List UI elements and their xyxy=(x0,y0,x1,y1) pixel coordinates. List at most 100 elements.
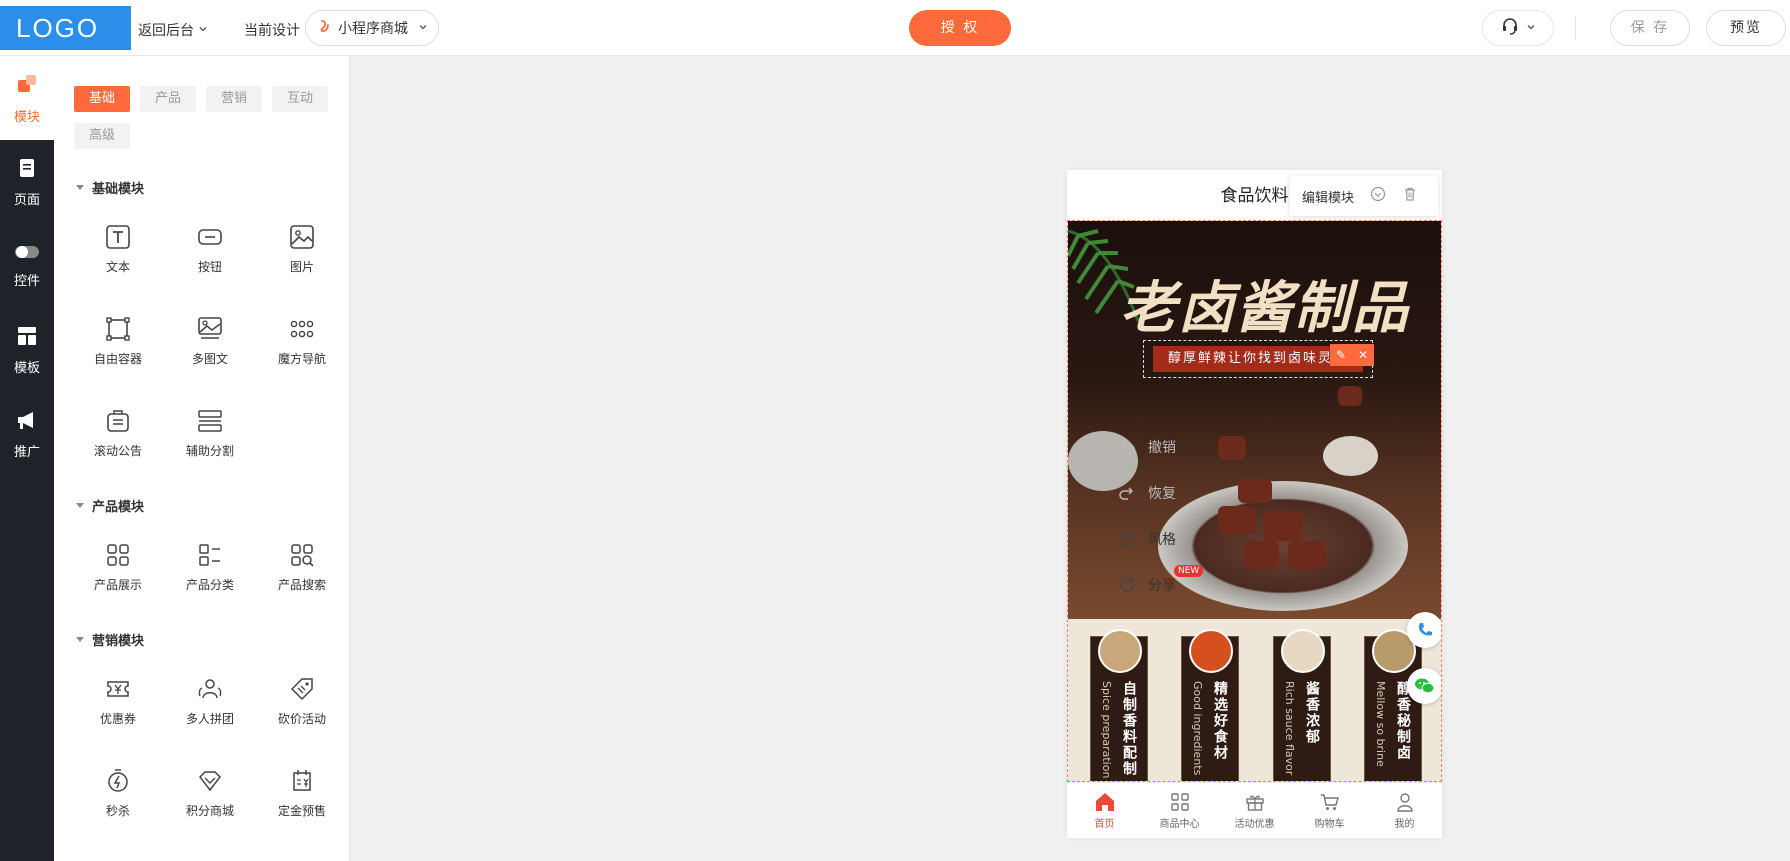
edit-pencil-icon[interactable]: ✎ xyxy=(1336,348,1346,362)
component-label: 魔方导航 xyxy=(277,352,326,366)
feature-title: 精选好食材 xyxy=(1212,681,1228,761)
component-cube-nav[interactable]: 魔方导航 xyxy=(256,316,348,386)
group-buy-icon xyxy=(198,679,222,699)
back-to-admin-button[interactable]: 返回后台 xyxy=(138,20,208,40)
caret-down-icon xyxy=(76,637,84,642)
design-canvas: 食品饮料 编辑模块 老卤酱制品 醇厚鲜辣让你找到卤味灵魂 ✎ ✕ 自制香料配制 … xyxy=(350,56,1790,861)
component-image[interactable]: 图片 xyxy=(256,224,348,294)
rail-item-page[interactable]: 页面 xyxy=(0,140,54,224)
redo-button[interactable]: 恢复 xyxy=(1118,481,1228,505)
edit-module-button[interactable]: 编辑模块 xyxy=(1302,187,1354,206)
component-group-buy[interactable]: 多人拼团 xyxy=(164,676,256,746)
wechat-button[interactable] xyxy=(1407,668,1441,704)
component-points-mall[interactable]: 积分商城 xyxy=(164,768,256,838)
rail-item-templates[interactable]: 模板 xyxy=(0,308,54,392)
close-icon[interactable]: ✕ xyxy=(1358,348,1368,362)
feature-title: 自制香料配制 xyxy=(1121,681,1137,777)
undo-label: 撤销 xyxy=(1148,440,1176,456)
component-flash-sale[interactable]: 秒杀 xyxy=(72,768,164,838)
component-button[interactable]: 按钮 xyxy=(164,224,256,294)
component-divider[interactable]: 辅助分割 xyxy=(164,408,256,478)
component-product-display[interactable]: 产品展示 xyxy=(72,542,164,612)
headset-icon xyxy=(1500,16,1520,40)
trash-icon[interactable] xyxy=(1402,186,1418,206)
page-icon xyxy=(16,157,38,183)
tab-interaction[interactable]: 互动 xyxy=(272,86,328,112)
meat-piece xyxy=(1263,511,1303,541)
component-coupon[interactable]: 优惠券 xyxy=(72,676,164,746)
component-scroll-notice[interactable]: 滚动公告 xyxy=(72,408,164,478)
design-select[interactable]: 小程序商城 xyxy=(305,10,439,46)
container-icon xyxy=(106,317,130,341)
component-label: 定金预售 xyxy=(277,804,326,818)
tab-label: 商品中心 xyxy=(1159,818,1200,830)
text-icon xyxy=(106,225,130,249)
grid-nav-icon xyxy=(290,320,314,338)
tab-home[interactable]: 首页 xyxy=(1067,783,1142,838)
phone-call-button[interactable] xyxy=(1407,612,1441,648)
user-icon xyxy=(1396,792,1413,812)
divider xyxy=(1575,16,1576,40)
toggle-icon xyxy=(14,244,40,264)
component-product-search[interactable]: 产品搜索 xyxy=(256,542,348,612)
rail-item-modules[interactable]: 模块 xyxy=(0,56,54,140)
authorize-button[interactable]: 授 权 xyxy=(909,10,1011,46)
design-select-value: 小程序商城 xyxy=(338,21,408,37)
component-deposit-presale[interactable]: 定金预售 xyxy=(256,768,348,838)
slogan-tools: ✎ ✕ xyxy=(1330,344,1374,366)
rail-item-label: 控件 xyxy=(13,273,40,289)
component-text[interactable]: 文本 xyxy=(72,224,164,294)
save-button[interactable]: 保 存 xyxy=(1610,10,1690,46)
undo-icon xyxy=(1120,441,1135,454)
meat-piece xyxy=(1238,479,1272,503)
rail-item-label: 推广 xyxy=(13,444,40,460)
chevron-down-icon xyxy=(198,22,208,38)
tab-cart[interactable]: 购物车 xyxy=(1292,783,1367,838)
customer-service-button[interactable] xyxy=(1482,10,1554,46)
cart-icon xyxy=(1320,793,1339,810)
component-label: 产品搜索 xyxy=(277,578,326,592)
spice-bowl xyxy=(1281,629,1325,673)
template-icon xyxy=(16,325,38,351)
module-toolbar: 编辑模块 xyxy=(1290,176,1438,216)
section-title-text: 产品模块 xyxy=(92,500,145,515)
meat-piece xyxy=(1243,541,1279,569)
new-badge: NEW xyxy=(1174,565,1204,577)
coupon-icon xyxy=(107,681,129,697)
rail-item-promotion[interactable]: 推广 xyxy=(0,392,54,476)
tab-product[interactable]: 产品 xyxy=(140,86,196,112)
feature-subtitle: Mellow so brine xyxy=(1374,681,1387,767)
component-bargain[interactable]: 砍价活动 xyxy=(256,676,348,746)
component-free-container[interactable]: 自由容器 xyxy=(72,316,164,386)
notice-icon xyxy=(107,410,129,432)
style-button[interactable]: 风格 xyxy=(1118,527,1228,551)
preview-button[interactable]: 预览 xyxy=(1706,10,1786,46)
feature-card: 酱香浓郁 Rich sauce flavor xyxy=(1273,629,1331,781)
tab-mine[interactable]: 我的 xyxy=(1367,783,1442,838)
collapse-icon[interactable] xyxy=(1370,186,1386,206)
tab-product-center[interactable]: 商品中心 xyxy=(1142,783,1217,838)
tab-advanced[interactable]: 高级 xyxy=(74,123,130,149)
product-grid-icon xyxy=(107,544,129,566)
bargain-icon xyxy=(290,678,313,701)
component-label: 滚动公告 xyxy=(93,444,142,458)
share-icon xyxy=(1120,577,1134,592)
feature-subtitle: Good ingredients xyxy=(1191,681,1204,776)
component-label: 自由容器 xyxy=(93,352,142,366)
tab-basic[interactable]: 基础 xyxy=(74,86,130,112)
component-product-category[interactable]: 产品分类 xyxy=(164,542,256,612)
component-multi-image-text[interactable]: 多图文 xyxy=(164,316,256,386)
tab-promotions[interactable]: 活动优惠 xyxy=(1217,783,1292,838)
undo-button[interactable]: 撤销 xyxy=(1118,435,1228,459)
section-product-title[interactable]: 产品模块 xyxy=(76,496,144,515)
product-search-icon xyxy=(291,544,314,567)
share-button[interactable]: 分享 NEW xyxy=(1118,565,1228,597)
feature-title: 酱香浓郁 xyxy=(1304,681,1320,745)
rail-item-controls[interactable]: 控件 xyxy=(0,224,54,308)
section-marketing-title[interactable]: 营销模块 xyxy=(76,630,144,649)
component-label: 产品展示 xyxy=(93,578,142,592)
button-icon xyxy=(198,229,222,245)
section-basic-title[interactable]: 基础模块 xyxy=(76,178,144,197)
rail-item-label: 模块 xyxy=(13,109,40,125)
tab-marketing[interactable]: 营销 xyxy=(206,86,262,112)
